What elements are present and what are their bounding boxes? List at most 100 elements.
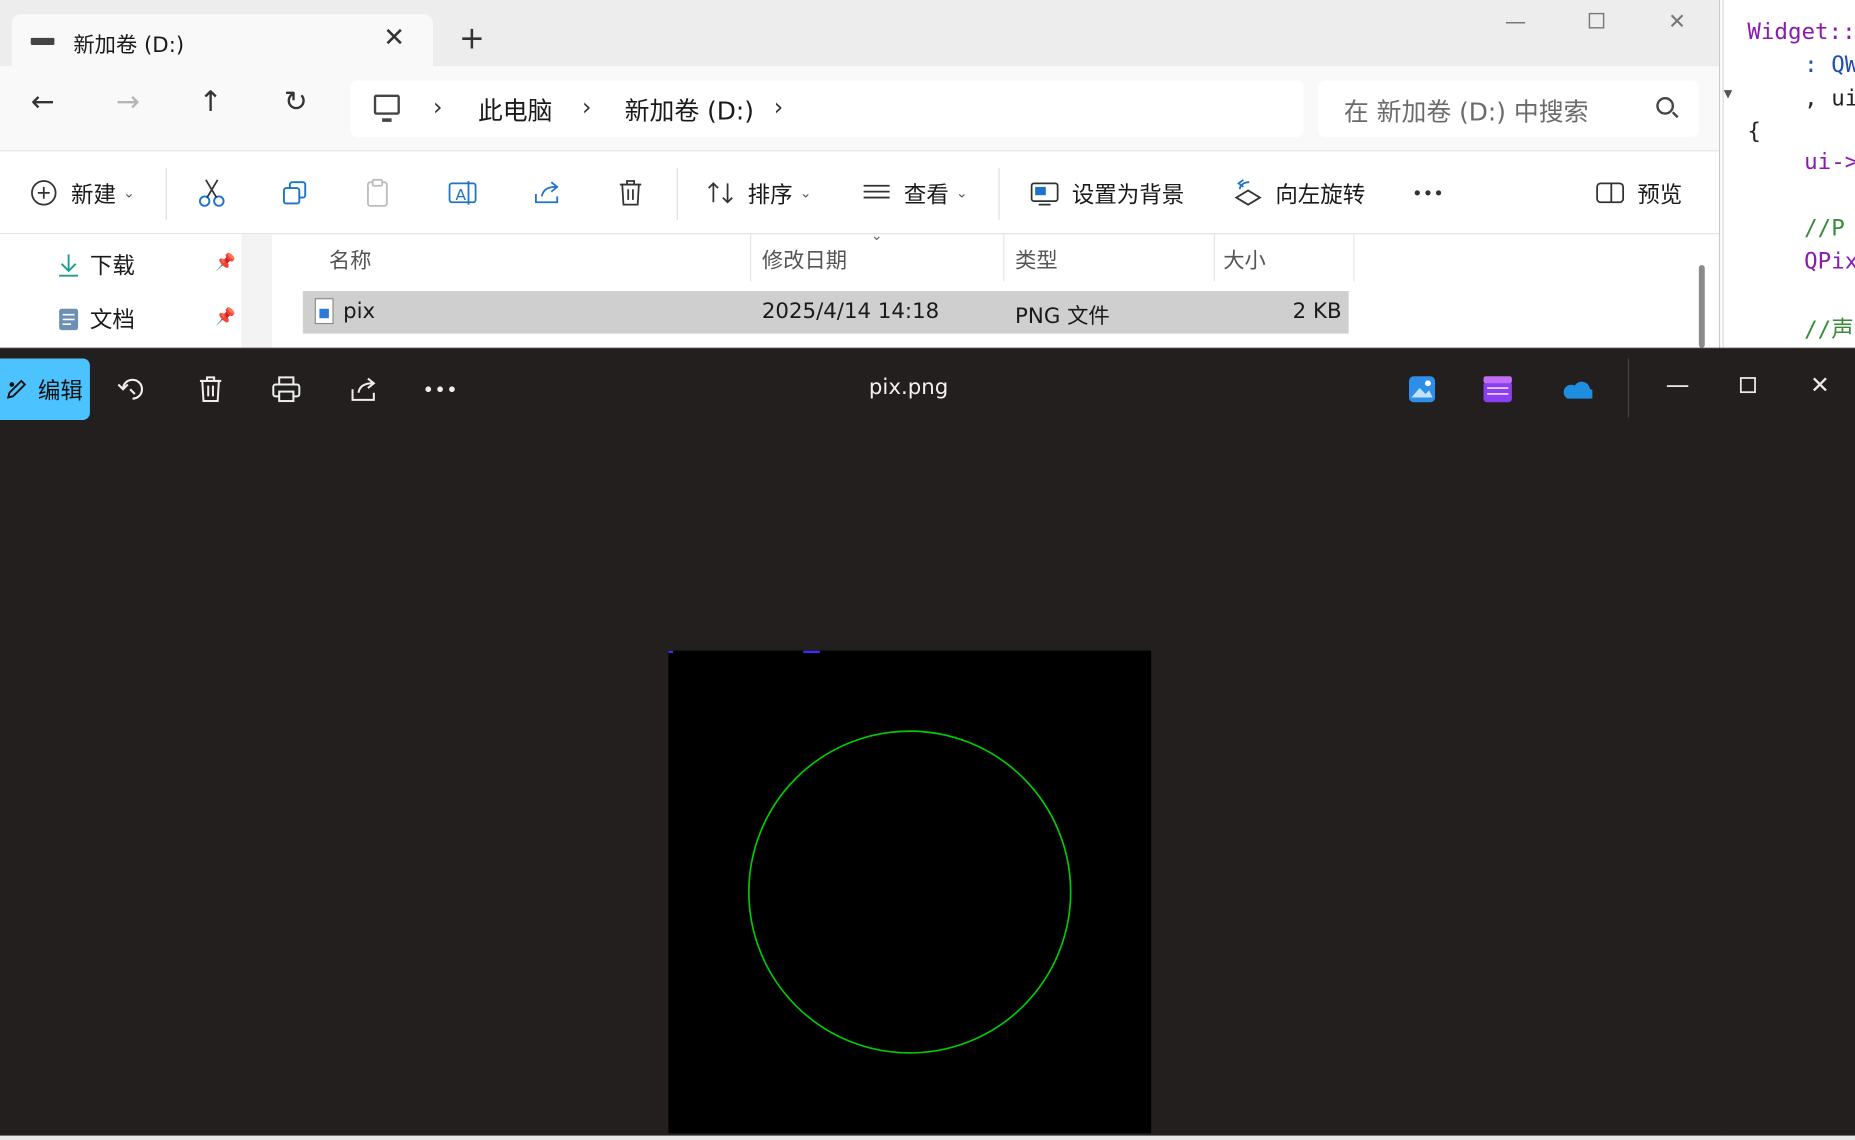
- search-icon[interactable]: [1656, 97, 1675, 115]
- preview-pane-icon: [1595, 177, 1626, 208]
- more-icon: [1413, 177, 1444, 208]
- column-divider[interactable]: [1353, 234, 1355, 282]
- nav-item-label: 下载: [89, 253, 135, 280]
- scissors-icon: [196, 177, 227, 208]
- column-header-modified[interactable]: 修改日期: [762, 244, 847, 275]
- tab-title: 新加卷 (D:): [73, 33, 185, 58]
- desktop-background-icon: [1029, 177, 1060, 208]
- maximize-icon[interactable]: [1739, 373, 1758, 401]
- rotate-left-icon: [1233, 177, 1264, 208]
- minimize-icon[interactable]: —: [1666, 370, 1690, 398]
- set-background-button[interactable]: 设置为背景: [1029, 151, 1184, 234]
- chevron-right-icon[interactable]: ›: [582, 92, 591, 120]
- photo-viewer-window: 编辑 pix.png — ✕: [0, 347, 1855, 1136]
- view-label: 查看: [903, 181, 949, 208]
- viewer-toolbar: 编辑 pix.png — ✕: [0, 349, 1855, 429]
- scrollbar-thumb[interactable]: [1698, 265, 1705, 348]
- new-button[interactable]: 新建 ⌄: [28, 151, 135, 234]
- column-divider[interactable]: [1213, 234, 1215, 282]
- chevron-right-icon[interactable]: ›: [433, 92, 442, 120]
- column-header-name[interactable]: 名称: [329, 244, 372, 275]
- code-line: QPix: [1804, 248, 1855, 275]
- code-line: {: [1747, 118, 1761, 145]
- file-row[interactable]: pix 2025/4/14 14:18 PNG 文件 2 KB: [302, 291, 1349, 334]
- viewer-title: pix.png: [868, 375, 949, 400]
- png-file-icon: [314, 298, 334, 325]
- onedrive-icon[interactable]: [1559, 373, 1593, 406]
- cut-button[interactable]: [196, 151, 227, 234]
- code-line: //P: [1804, 215, 1845, 242]
- clipchamp-icon[interactable]: [1481, 373, 1514, 406]
- nav-item-label: 文档: [89, 307, 135, 334]
- nav-item-downloads[interactable]: 下载: [57, 248, 135, 280]
- maximize-icon[interactable]: [1588, 12, 1607, 37]
- up-arrow-icon[interactable]: ↑: [199, 88, 223, 116]
- new-tab-button[interactable]: +: [459, 24, 485, 55]
- close-window-icon[interactable]: ✕: [1810, 370, 1830, 398]
- tab-bar: 新加卷 (D:) ✕ + — ✕: [0, 0, 1719, 69]
- code-line: , ui: [1804, 85, 1855, 112]
- delete-button[interactable]: [615, 151, 646, 234]
- divider: [165, 167, 167, 221]
- file-list: 名称 修改日期 ⌄ 类型 大小 pix 2025/4/14 14:18 PNG …: [272, 227, 1720, 355]
- column-header-type[interactable]: 类型: [1015, 244, 1058, 275]
- code-line: Widget::: [1747, 18, 1855, 45]
- column-divider[interactable]: [1003, 234, 1005, 282]
- forward-arrow-icon[interactable]: →: [116, 88, 140, 116]
- rename-button[interactable]: A: [447, 151, 478, 234]
- rename-icon: A: [447, 177, 478, 208]
- document-icon: [59, 308, 79, 330]
- pin-icon[interactable]: 📌: [215, 308, 236, 327]
- plus-circle-icon: [28, 177, 59, 208]
- column-header-size[interactable]: 大小: [1223, 244, 1266, 275]
- share-button[interactable]: [532, 151, 563, 234]
- explorer-tab[interactable]: 新加卷 (D:) ✕: [11, 14, 433, 69]
- computer-icon: [373, 94, 400, 122]
- sort-icon: [705, 177, 736, 208]
- more-options-button[interactable]: [1413, 151, 1444, 234]
- image-canvas[interactable]: [668, 650, 1152, 1134]
- preview-label: 预览: [1637, 181, 1683, 208]
- chevron-right-icon[interactable]: ›: [774, 92, 783, 120]
- paste-icon: [362, 177, 393, 208]
- pixel-marker: [668, 650, 674, 654]
- pane-divider[interactable]: [241, 234, 273, 355]
- new-label: 新建: [70, 181, 116, 208]
- divider: [998, 167, 1000, 221]
- code-line: //声: [1804, 317, 1854, 344]
- navigation-pane: 下载 📌 文档 📌: [0, 234, 242, 355]
- pixel-marker: [803, 650, 820, 654]
- search-box[interactable]: 在 新加卷 (D:) 中搜索: [1317, 80, 1699, 138]
- chevron-down-icon: ⌄: [799, 184, 812, 202]
- address-bar[interactable]: › 此电脑 › 新加卷 (D:) ›: [350, 80, 1304, 138]
- minimize-icon[interactable]: —: [1505, 9, 1526, 34]
- back-arrow-icon[interactable]: ←: [31, 88, 55, 116]
- rotate-left-label: 向左旋转: [1275, 181, 1366, 208]
- photos-app-icon[interactable]: [1405, 373, 1438, 406]
- window-edge: [0, 1135, 1855, 1140]
- copy-button[interactable]: [279, 151, 310, 234]
- divider: [1627, 358, 1630, 418]
- sort-button[interactable]: 排序 ⌄: [705, 151, 812, 234]
- chevron-down-icon: ⌄: [123, 184, 135, 202]
- nav-item-documents[interactable]: 文档: [57, 303, 135, 335]
- list-view-icon: [861, 177, 892, 208]
- collapse-arrow-icon[interactable]: ▼: [1724, 85, 1733, 102]
- view-button[interactable]: 查看 ⌄: [861, 151, 968, 234]
- breadcrumb-this-pc[interactable]: 此电脑: [478, 92, 553, 127]
- copy-icon: [279, 177, 310, 208]
- chevron-down-icon: ⌄: [955, 184, 968, 202]
- paste-button[interactable]: [362, 151, 393, 234]
- rotate-left-button[interactable]: 向左旋转: [1233, 151, 1366, 234]
- breadcrumb-drive[interactable]: 新加卷 (D:): [625, 92, 754, 127]
- image-background: [668, 650, 1152, 1134]
- desktop: ▼ Widget:: : QW , ui { ui-> //P QPix //声…: [0, 0, 1855, 1140]
- sort-label: 排序: [747, 181, 793, 208]
- refresh-icon[interactable]: ↻: [284, 88, 308, 116]
- close-tab-icon[interactable]: ✕: [383, 24, 405, 54]
- preview-button[interactable]: 预览: [1595, 151, 1683, 234]
- pin-icon[interactable]: 📌: [215, 253, 236, 272]
- share-icon: [532, 177, 563, 208]
- close-window-icon[interactable]: ✕: [1668, 9, 1686, 34]
- column-divider[interactable]: [750, 234, 752, 282]
